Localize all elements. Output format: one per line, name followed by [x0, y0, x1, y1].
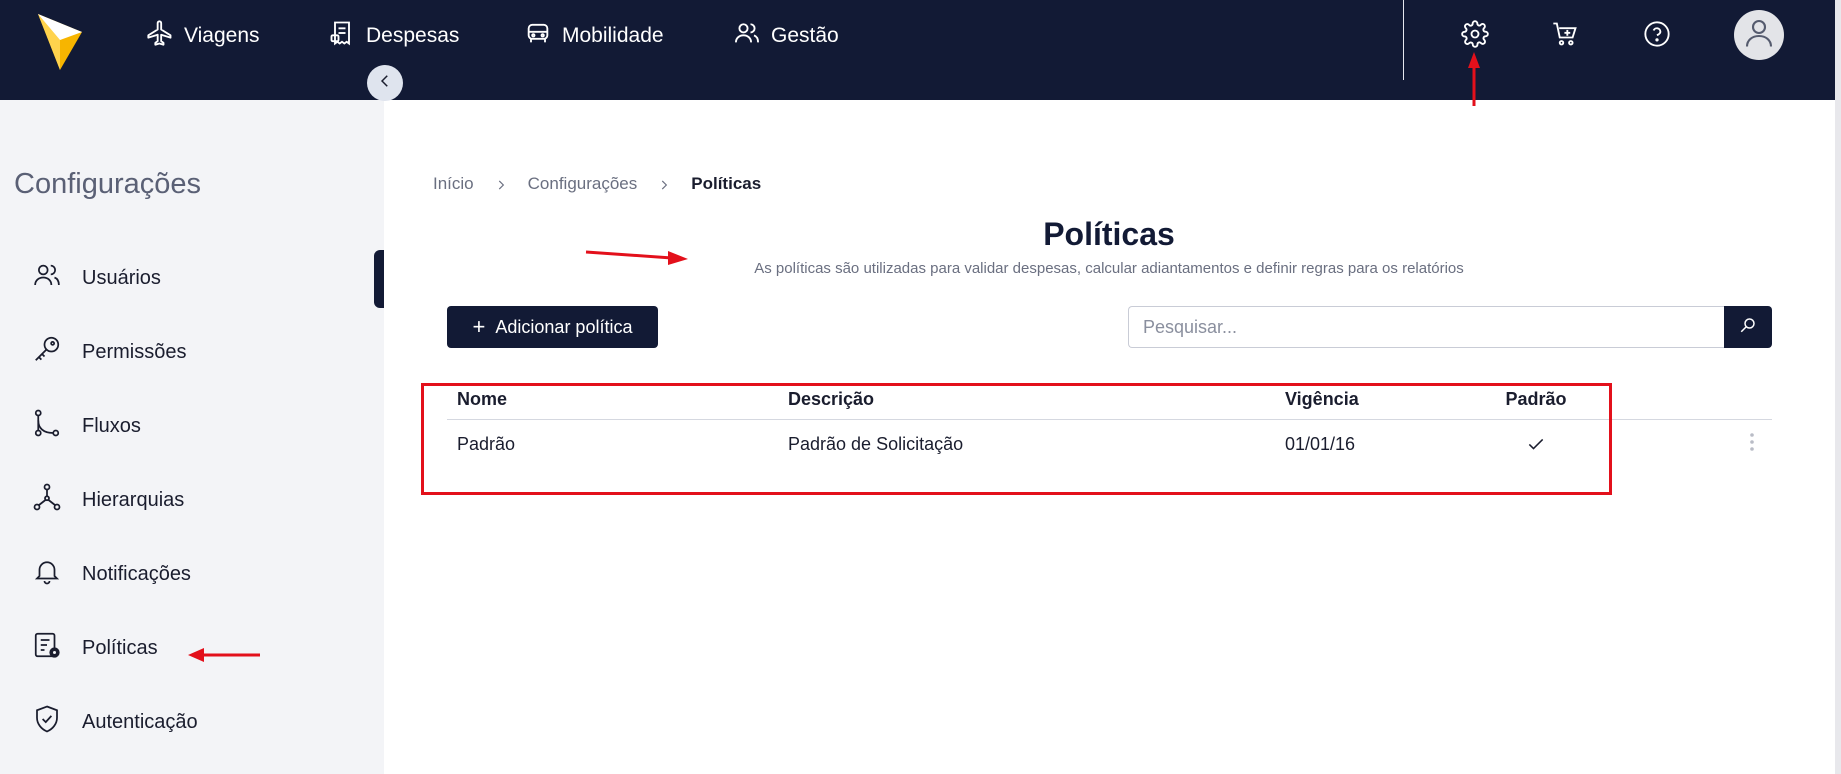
check-icon — [1491, 420, 1581, 468]
chevron-right-icon — [657, 177, 671, 191]
sidebar-item-autenticacao[interactable]: Autenticação — [32, 702, 198, 742]
scrollbar[interactable] — [1835, 0, 1841, 774]
cart-plus-icon — [1551, 20, 1579, 53]
cart-button[interactable] — [1547, 18, 1583, 54]
sidebar-item-label: Políticas — [82, 636, 158, 659]
sidebar-item-permissoes[interactable]: Permissões — [32, 332, 186, 372]
chevron-left-icon — [376, 72, 394, 95]
help-button[interactable] — [1639, 18, 1675, 54]
breadcrumb: Início Configurações Políticas — [433, 174, 761, 194]
nav-despesas[interactable]: Despesas — [328, 18, 459, 54]
page-title: Políticas — [1043, 216, 1175, 252]
breadcrumb-current: Políticas — [691, 174, 762, 193]
page-subtitle: As políticas são utilizadas para validar… — [754, 260, 1464, 277]
add-policy-label: Adicionar política — [495, 316, 633, 337]
bell-icon — [32, 556, 62, 592]
column-header-padrao[interactable]: Padrão — [1491, 380, 1581, 419]
users-icon — [733, 19, 761, 53]
top-navbar: Viagens Despesas Mobilidade Gestão — [0, 0, 1835, 100]
policies-table: Nome Descrição Vigência Padrão Padrão Pa… — [447, 380, 1772, 468]
search-icon — [1739, 316, 1757, 339]
search-input[interactable] — [1128, 306, 1724, 348]
sidebar-item-label: Autenticação — [82, 710, 198, 733]
car-icon — [524, 19, 552, 53]
row-actions-button[interactable] — [1737, 420, 1767, 468]
kebab-menu-icon — [1749, 432, 1755, 457]
nav-mobilidade[interactable]: Mobilidade — [524, 18, 664, 54]
collapse-sidebar-button[interactable] — [367, 65, 403, 101]
nav-gestao[interactable]: Gestão — [733, 18, 839, 54]
shield-check-icon — [32, 704, 62, 740]
breadcrumb-configuracoes[interactable]: Configurações — [528, 174, 638, 194]
nav-viagens[interactable]: Viagens — [146, 18, 260, 54]
nav-despesas-label: Despesas — [366, 24, 460, 47]
sidebar-item-fluxos[interactable]: Fluxos — [32, 406, 141, 446]
column-header-descricao[interactable]: Descrição — [788, 380, 874, 419]
table-header: Nome Descrição Vigência Padrão — [447, 380, 1772, 420]
search-bar — [1128, 306, 1772, 348]
plus-icon: + — [472, 314, 486, 339]
search-button[interactable] — [1724, 306, 1772, 348]
user-avatar-icon — [1741, 15, 1777, 56]
chevron-right-icon — [494, 177, 508, 191]
nav-mobilidade-label: Mobilidade — [562, 24, 664, 47]
help-icon — [1643, 20, 1671, 53]
hierarchy-icon — [32, 482, 62, 518]
flow-icon — [32, 408, 62, 444]
logo[interactable] — [36, 12, 84, 70]
sidebar-item-label: Notificações — [82, 562, 191, 585]
column-header-nome[interactable]: Nome — [457, 380, 507, 419]
sidebar-item-label: Hierarquias — [82, 488, 185, 511]
airplane-icon — [146, 19, 174, 53]
sidebar-item-politicas[interactable]: Políticas — [32, 628, 158, 668]
sidebar-item-label: Permissões — [82, 340, 187, 363]
cell-descricao: Padrão de Solicitação — [788, 433, 964, 454]
active-indicator — [374, 250, 384, 308]
sidebar: Configurações Usuários Permissões Fluxos… — [0, 100, 384, 774]
sidebar-item-label: Fluxos — [82, 414, 141, 437]
column-header-vigencia[interactable]: Vigência — [1285, 380, 1359, 419]
user-avatar[interactable] — [1734, 10, 1784, 60]
receipt-icon — [328, 19, 356, 53]
nav-viagens-label: Viagens — [184, 24, 260, 47]
add-policy-button[interactable]: + Adicionar política — [447, 306, 658, 348]
cell-vigencia: 01/01/16 — [1285, 433, 1356, 454]
policy-icon — [32, 630, 62, 666]
cell-nome: Padrão — [457, 433, 516, 454]
sidebar-item-notificacoes[interactable]: Notificações — [32, 554, 191, 594]
settings-button[interactable] — [1457, 18, 1493, 54]
nav-gestao-label: Gestão — [771, 24, 839, 47]
breadcrumb-inicio[interactable]: Início — [433, 174, 474, 194]
key-icon — [32, 334, 62, 370]
gear-icon — [1461, 19, 1489, 53]
sidebar-title: Configurações — [14, 168, 201, 200]
sidebar-item-hierarquias[interactable]: Hierarquias — [32, 480, 184, 520]
table-row[interactable]: Padrão Padrão de Solicitação 01/01/16 — [447, 420, 1772, 468]
topbar-divider — [1403, 0, 1404, 80]
